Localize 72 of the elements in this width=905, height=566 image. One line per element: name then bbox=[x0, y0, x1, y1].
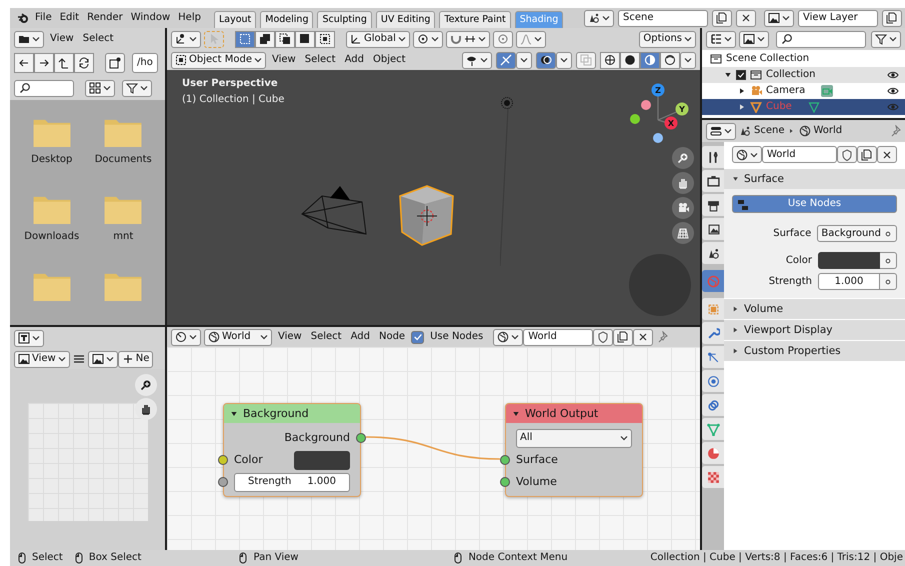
world-name-field[interactable]: World bbox=[762, 146, 837, 163]
field-label: Surface bbox=[772, 228, 812, 240]
menu-item[interactable]: Select bbox=[302, 53, 339, 67]
shortcut-hint: Pan View bbox=[253, 552, 298, 564]
world-name-field[interactable]: World bbox=[523, 328, 594, 346]
folder-label[interactable]: Documents bbox=[94, 154, 152, 166]
shader-type-dropdown[interactable]: World bbox=[204, 328, 272, 346]
breadcrumb-item: Scene bbox=[754, 125, 784, 137]
new-image-button[interactable]: Ne bbox=[118, 350, 154, 368]
viewport-info-text: User Perspective bbox=[182, 78, 278, 90]
menu-item[interactable]: Select bbox=[80, 32, 117, 46]
menu-item[interactable]: Add bbox=[348, 330, 373, 344]
workspace-tab[interactable]: Modeling bbox=[260, 11, 314, 28]
menu-item[interactable]: Select bbox=[308, 330, 345, 344]
panel-title: Viewport Display bbox=[744, 324, 832, 336]
orientation-dropdown[interactable]: Global bbox=[346, 30, 410, 48]
breadcrumb-item: World bbox=[814, 125, 842, 137]
folder-label[interactable]: Desktop bbox=[31, 154, 72, 166]
view-menu[interactable]: View bbox=[14, 350, 70, 368]
shortcut-hint: Box Select bbox=[88, 552, 142, 564]
view-layer-field[interactable]: View Layer bbox=[798, 10, 878, 26]
panel-title: Custom Properties bbox=[744, 344, 841, 358]
field-label: Strength bbox=[768, 276, 812, 288]
socket-label: Surface bbox=[516, 453, 558, 467]
menu-item[interactable]: View bbox=[269, 53, 299, 67]
socket-label: Volume bbox=[516, 475, 557, 489]
menu-item[interactable]: Object bbox=[370, 53, 409, 67]
field-label: Color bbox=[784, 254, 812, 266]
menu-item[interactable]: Render bbox=[84, 11, 126, 25]
outliner-label: Camera bbox=[766, 85, 806, 97]
use-nodes-label: Use Nodes bbox=[429, 330, 484, 344]
mode-dropdown[interactable]: Object Mode bbox=[171, 52, 266, 68]
folder-label[interactable]: mnt bbox=[113, 231, 134, 243]
menu-item[interactable]: View bbox=[275, 330, 305, 344]
strength-field[interactable]: 1.000 bbox=[818, 273, 880, 290]
node-title: World Output bbox=[525, 406, 598, 420]
panel-header[interactable]: Volume bbox=[724, 299, 905, 319]
menu-item[interactable]: File bbox=[32, 11, 55, 25]
path-field[interactable]: /ho bbox=[132, 53, 158, 73]
scene-statistics: Collection | Cube | Verts:8 | Faces:6 | Tris:12 | Obje bbox=[650, 552, 904, 564]
axis-gizmo[interactable]: Z Y X bbox=[629, 80, 691, 146]
shortcut-hint: Select bbox=[32, 552, 63, 564]
panel-title: Volume bbox=[744, 302, 784, 316]
workspace-tab[interactable]: Sculpting bbox=[317, 11, 372, 28]
workspace-tab[interactable]: Layout bbox=[214, 11, 256, 28]
menu-item[interactable]: Node bbox=[376, 330, 408, 344]
menu-item[interactable]: Help bbox=[175, 11, 204, 25]
strength-field[interactable]: Strength 1.000 bbox=[234, 472, 350, 492]
workspace-tab[interactable]: UV Editing bbox=[376, 11, 436, 28]
menu-item[interactable]: Edit bbox=[56, 11, 82, 25]
outliner-label: Cube bbox=[766, 101, 792, 113]
panel-header[interactable]: Custom Properties bbox=[724, 341, 905, 361]
socket-label: Background bbox=[284, 431, 350, 445]
shortcut-hint: Node Context Menu bbox=[468, 552, 568, 564]
outliner-label: Scene Collection bbox=[726, 53, 810, 65]
viewport-info-text: (1) Collection | Cube bbox=[182, 94, 284, 106]
folder-label[interactable]: Downloads bbox=[24, 231, 80, 243]
options-dropdown[interactable]: Options bbox=[639, 30, 696, 48]
menu-item[interactable]: View bbox=[47, 32, 77, 46]
panel-title: Surface bbox=[744, 172, 784, 186]
socket-label: Color bbox=[234, 453, 263, 467]
surface-shader-button[interactable]: Background bbox=[817, 225, 897, 242]
menu-item[interactable]: Window bbox=[128, 11, 174, 25]
outliner-label: Collection bbox=[766, 69, 816, 81]
node-title: Background bbox=[243, 406, 309, 420]
workspace-tab[interactable]: Texture Paint bbox=[439, 11, 511, 28]
scene-field[interactable]: Scene bbox=[618, 10, 708, 26]
use-nodes-button[interactable]: Use Nodes bbox=[732, 195, 897, 213]
panel-header[interactable]: Viewport Display bbox=[724, 320, 905, 340]
target-dropdown[interactable]: All bbox=[516, 428, 632, 448]
panel-header[interactable]: Surface bbox=[724, 169, 905, 189]
menu-item[interactable]: Add bbox=[342, 53, 367, 67]
